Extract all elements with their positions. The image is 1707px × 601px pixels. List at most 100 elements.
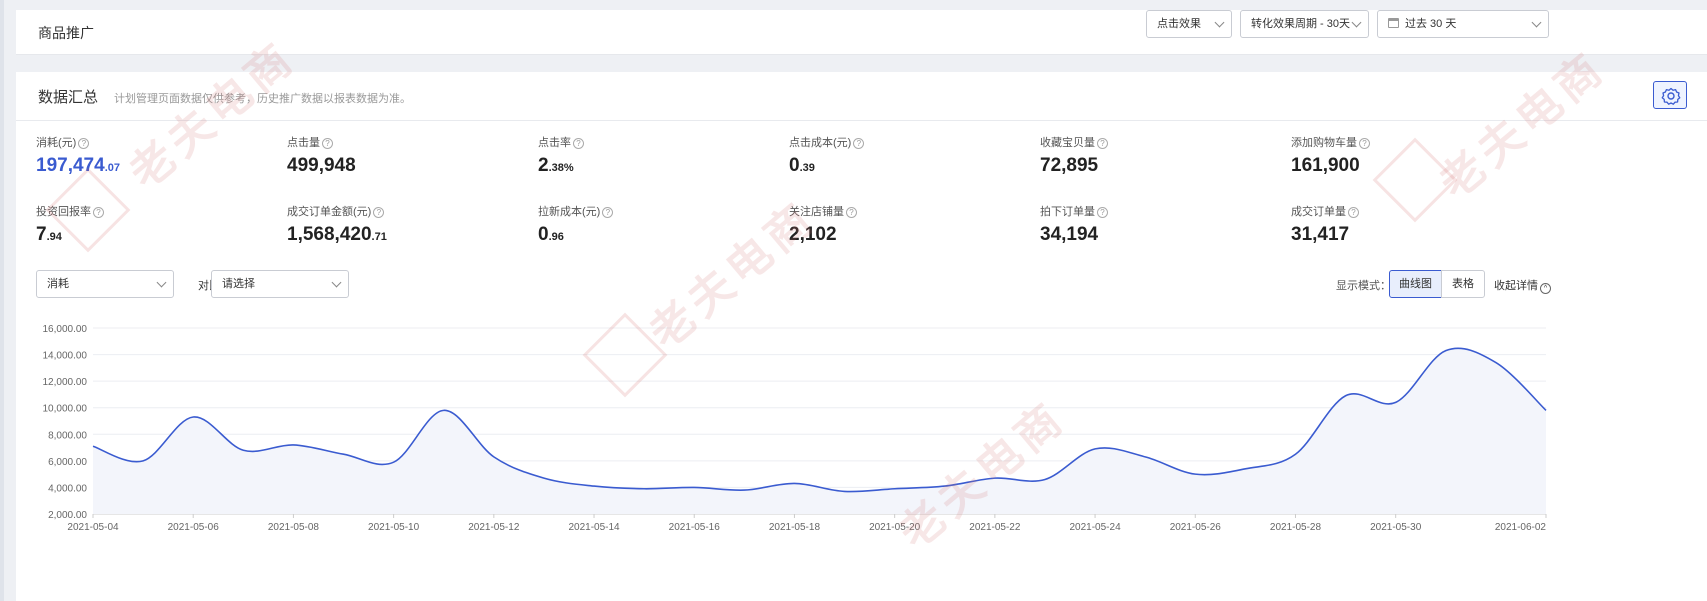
metric-select[interactable]: 消耗	[36, 270, 174, 298]
metric-value: 7	[36, 224, 47, 245]
metric-label: 拍下订单量	[1040, 206, 1095, 218]
mode-table-button[interactable]: 表格	[1441, 270, 1485, 298]
help-icon[interactable]: ?	[1348, 207, 1359, 218]
x-tick-label: 2021-05-04	[67, 522, 119, 533]
chevron-down-icon	[1351, 17, 1362, 28]
metric-label: 投资回报率	[36, 206, 91, 218]
x-tick-label: 2021-05-26	[1170, 522, 1222, 533]
compare-select[interactable]: 请选择	[211, 270, 349, 298]
y-tick-label: 14,000.00	[43, 351, 88, 362]
metric-decimal: .38%	[548, 162, 574, 174]
summary-divider	[16, 120, 1707, 121]
chevron-up-icon: ^	[1540, 283, 1551, 294]
collapse-details-button[interactable]: 收起详情 ^	[1494, 277, 1551, 294]
metric-cart-adds[interactable]: 添加购物车量? 161,900	[1291, 134, 1370, 177]
gear-icon	[1661, 87, 1681, 105]
metric-label: 点击成本(元)	[789, 137, 852, 149]
x-tick-label: 2021-05-06	[168, 522, 220, 533]
metric-select-value: 消耗	[47, 278, 69, 290]
chevron-down-icon	[331, 277, 342, 288]
x-tick-label: 2021-05-08	[268, 522, 320, 533]
help-icon[interactable]: ?	[1097, 138, 1108, 149]
help-icon[interactable]: ?	[1359, 138, 1370, 149]
metric-decimal: .39	[799, 162, 815, 174]
chevron-down-icon	[1531, 17, 1542, 28]
series-area	[93, 348, 1546, 514]
x-tick-label: 2021-05-30	[1370, 522, 1422, 533]
metric-gmv[interactable]: 成交订单金额(元)? 1,568,420.71	[287, 203, 387, 246]
metric-label: 关注店铺量	[789, 206, 844, 218]
help-icon[interactable]: ?	[602, 207, 614, 218]
y-tick-label: 4,000.00	[48, 483, 87, 494]
x-tick-label: 2021-06-02	[1495, 522, 1547, 533]
x-tick-label: 2021-05-10	[368, 522, 420, 533]
metric-label: 成交订单金额(元)	[287, 206, 372, 218]
data-summary-card: 数据汇总 计划管理页面数据仅供参考，历史推广数据以报表数据为准。 消耗(元)? …	[16, 72, 1707, 601]
help-icon[interactable]: ?	[93, 207, 104, 218]
spend-line-chart: 16,000.00 14,000.00 12,000.00 10,000.00 8,00…	[43, 324, 1547, 533]
x-tick-label: 2021-05-20	[869, 522, 921, 533]
chevron-down-icon	[1214, 17, 1225, 28]
metric-favorites[interactable]: 收藏宝贝量? 72,895	[1040, 134, 1108, 177]
metric-orders-paid[interactable]: 成交订单量? 31,417	[1291, 203, 1359, 246]
summary-title: 数据汇总	[38, 89, 99, 106]
metric-value: 34,194	[1040, 224, 1099, 245]
y-tick-label: 8,000.00	[48, 430, 87, 441]
metric-value: 161,900	[1291, 155, 1360, 176]
metric-label: 消耗(元)	[36, 137, 77, 149]
y-tick-label: 12,000.00	[43, 377, 88, 388]
y-tick-label: 6,000.00	[48, 457, 87, 468]
metric-roi[interactable]: 投资回报率? 7.94	[36, 203, 104, 246]
metric-label: 点击量	[287, 137, 320, 149]
help-icon[interactable]: ?	[1097, 207, 1108, 218]
x-tick-label: 2021-05-16	[669, 522, 721, 533]
metric-ctr[interactable]: 点击率? 2.38%	[538, 134, 584, 177]
help-icon[interactable]: ?	[322, 138, 333, 149]
effect-select[interactable]: 点击效果	[1146, 10, 1232, 38]
settings-button[interactable]	[1653, 81, 1687, 109]
metric-orders-placed[interactable]: 拍下订单量? 34,194	[1040, 203, 1108, 246]
x-tick-label: 2021-05-28	[1270, 522, 1322, 533]
metric-new-customer-cost[interactable]: 拉新成本(元)? 0.96	[538, 203, 614, 246]
period-select[interactable]: 转化效果周期 - 30天	[1240, 10, 1369, 38]
date-range-select[interactable]: 过去 30 天	[1377, 10, 1549, 38]
metric-cpc[interactable]: 点击成本(元)? 0.39	[789, 134, 865, 177]
metric-cost[interactable]: 消耗(元)? 197,474.07	[36, 134, 120, 177]
calendar-icon	[1388, 18, 1399, 28]
metric-value: 31,417	[1291, 224, 1350, 245]
metric-label: 收藏宝贝量	[1040, 137, 1095, 149]
summary-note: 计划管理页面数据仅供参考，历史推广数据以报表数据为准。	[114, 93, 411, 105]
top-header: 商品推广 点击效果 转化效果周期 - 30天 过去 30 天	[16, 10, 1707, 55]
help-icon[interactable]: ?	[846, 207, 857, 218]
help-icon[interactable]: ?	[573, 138, 584, 149]
collapse-label: 收起详情	[1494, 280, 1538, 292]
x-tick-label: 2021-05-24	[1069, 522, 1121, 533]
y-tick-label: 16,000.00	[43, 324, 88, 335]
metric-shop-follows[interactable]: 关注店铺量? 2,102	[789, 203, 857, 246]
help-icon[interactable]: ?	[78, 138, 90, 149]
help-icon[interactable]: ?	[853, 138, 865, 149]
metric-value: 0	[789, 155, 800, 176]
effect-select-value: 点击效果	[1157, 18, 1201, 30]
x-tick-label: 2021-05-22	[969, 522, 1021, 533]
metric-label: 成交订单量	[1291, 206, 1346, 218]
metric-value: 1,568,420	[287, 224, 372, 245]
metric-decimal: .07	[104, 162, 120, 174]
metric-decimal: .96	[548, 231, 564, 243]
compare-select-value: 请选择	[222, 278, 255, 290]
help-icon[interactable]: ?	[373, 207, 385, 218]
metric-value: 2,102	[789, 224, 837, 245]
metric-value: 197,474	[36, 155, 105, 176]
metric-value: 2	[538, 155, 549, 176]
left-edge-bar	[0, 0, 4, 601]
mode-curve-button[interactable]: 曲线图	[1389, 270, 1442, 298]
display-mode-label: 显示模式：	[1336, 280, 1391, 292]
metric-decimal: .71	[371, 231, 387, 243]
metric-label: 添加购物车量	[1291, 137, 1357, 149]
date-range-value: 过去 30 天	[1405, 18, 1457, 30]
metric-label: 点击率	[538, 137, 571, 149]
metric-clicks[interactable]: 点击量? 499,948	[287, 134, 356, 177]
period-select-value: 转化效果周期 - 30天	[1251, 18, 1351, 30]
x-tick-label: 2021-05-12	[468, 522, 520, 533]
page-title: 商品推广	[38, 25, 94, 41]
